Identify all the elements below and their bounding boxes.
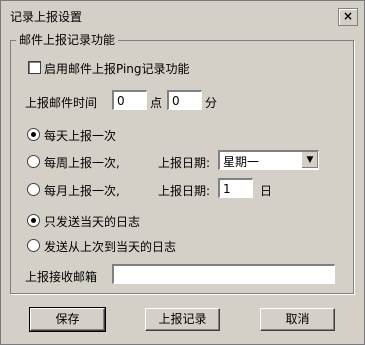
- group-label: 邮件上报记录功能: [16, 31, 119, 48]
- save-button[interactable]: 保存: [29, 307, 106, 332]
- recipient-email-input[interactable]: [112, 264, 335, 284]
- weekday-value: 星期一: [223, 155, 260, 169]
- hour-input[interactable]: 0: [112, 90, 147, 110]
- since-last-label: 发送从上次到当天的日志: [44, 240, 177, 254]
- minute-input[interactable]: 0: [167, 90, 202, 110]
- weekly-date-label: 上报日期:: [158, 156, 211, 170]
- title-bar: 记录上报设置 ×: [2, 2, 363, 28]
- report-time-label: 上报邮件时间: [25, 96, 98, 110]
- month-day-unit: 日: [260, 184, 273, 198]
- today-only-label: 只发送当天的日志: [44, 215, 141, 229]
- minute-unit-label: 分: [205, 96, 218, 110]
- enable-ping-checkbox[interactable]: [28, 61, 41, 74]
- month-day-input[interactable]: 1: [218, 178, 253, 198]
- weekday-select[interactable]: 星期一 ▼: [218, 150, 319, 170]
- hour-unit-label: 点: [150, 96, 163, 110]
- report-button[interactable]: 上报记录: [145, 308, 220, 331]
- window-title: 记录上报设置: [10, 10, 83, 24]
- today-only-radio[interactable]: [27, 214, 40, 227]
- monthly-date-label: 上报日期:: [158, 184, 211, 198]
- recipient-label: 上报接收邮箱: [25, 270, 98, 284]
- since-last-radio[interactable]: [27, 239, 40, 252]
- weekly-label: 每周上报一次,: [44, 156, 120, 170]
- close-button[interactable]: ×: [338, 8, 358, 26]
- monthly-radio[interactable]: [27, 183, 40, 196]
- enable-ping-label: 启用邮件上报Ping记录功能: [44, 62, 190, 76]
- weekly-radio[interactable]: [27, 155, 40, 168]
- monthly-label: 每月上报一次,: [44, 184, 120, 198]
- chevron-down-icon[interactable]: ▼: [301, 152, 318, 168]
- daily-label: 每天上报一次: [44, 129, 117, 143]
- cancel-button[interactable]: 取消: [260, 308, 335, 331]
- daily-radio[interactable]: [27, 128, 40, 141]
